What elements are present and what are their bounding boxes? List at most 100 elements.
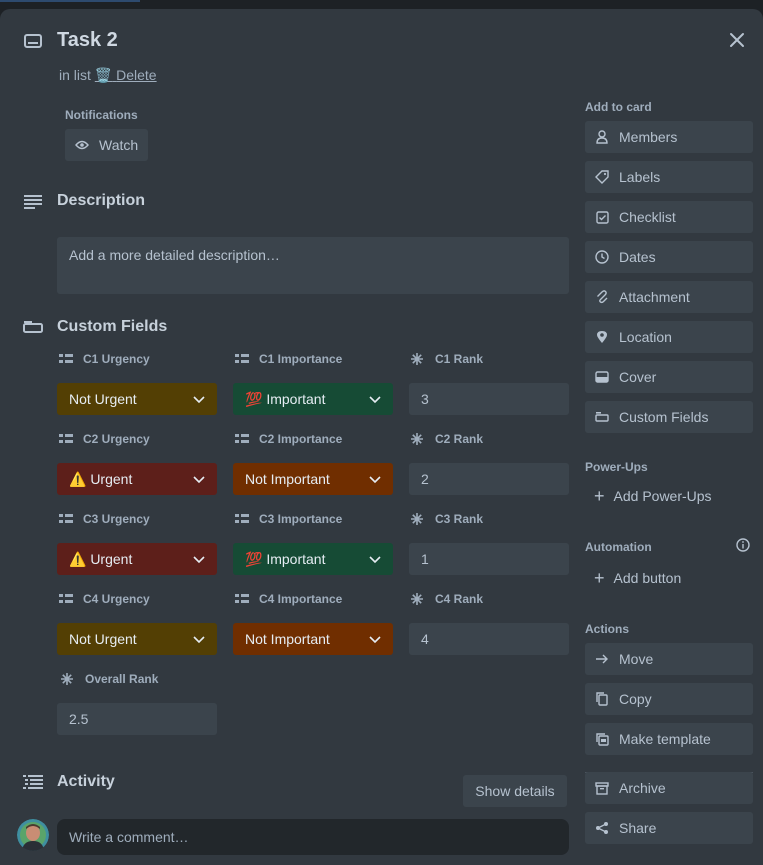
template-icon — [594, 731, 610, 747]
location-button[interactable]: Location — [585, 321, 753, 353]
dropdown-field-icon — [235, 514, 249, 524]
labels-button[interactable]: Labels — [585, 161, 753, 193]
c1-urgency-select[interactable]: Not Urgent — [57, 383, 217, 415]
select-value: Not Important — [245, 631, 330, 647]
archive-button[interactable]: Archive — [585, 772, 753, 804]
button-label: Members — [619, 129, 678, 145]
c3-urgency-select[interactable]: ⚠️ Urgent — [57, 543, 217, 575]
asterisk-icon — [411, 353, 425, 365]
card-icon — [24, 34, 42, 48]
custom-fields-icon — [594, 409, 610, 425]
clock-icon — [594, 249, 610, 265]
field-label-c2-rank: C2 Rank — [411, 432, 483, 446]
field-label-text: C3 Rank — [435, 512, 484, 526]
chevron-down-icon — [369, 631, 381, 647]
field-label-text: C1 Importance — [259, 352, 343, 366]
activity-heading: Activity — [57, 773, 115, 790]
button-label: Custom Fields — [619, 409, 709, 425]
dates-button[interactable]: Dates — [585, 241, 753, 273]
overall-rank-input[interactable]: 2.5 — [57, 703, 217, 735]
close-icon[interactable] — [726, 29, 748, 51]
custom-fields-heading: Custom Fields — [57, 318, 168, 335]
dropdown-field-icon — [59, 514, 73, 524]
c3-rank-input[interactable]: 1 — [409, 543, 569, 575]
card-title[interactable]: Task 2 — [57, 29, 118, 52]
button-label: Location — [619, 329, 672, 345]
cover-button[interactable]: Cover — [585, 361, 753, 393]
checklist-button[interactable]: Checklist — [585, 201, 753, 233]
c4-importance-select[interactable]: Not Important — [233, 623, 393, 655]
add-power-ups-button[interactable]: + Add Power-Ups — [585, 487, 712, 505]
description-icon — [24, 195, 42, 209]
add-automation-button[interactable]: + Add button — [585, 569, 681, 587]
field-label-text: C2 Importance — [259, 432, 343, 446]
top-strip — [0, 0, 763, 9]
c3-importance-select[interactable]: 💯 Important — [233, 543, 393, 575]
asterisk-icon — [411, 593, 425, 605]
select-value: ⚠️ Urgent — [69, 470, 133, 487]
show-details-button[interactable]: Show details — [463, 775, 567, 807]
c4-rank-input[interactable]: 4 — [409, 623, 569, 655]
field-label-text: C4 Importance — [259, 592, 343, 606]
chevron-down-icon — [193, 631, 205, 647]
c1-rank-input[interactable]: 3 — [409, 383, 569, 415]
custom-fields-button[interactable]: Custom Fields — [585, 401, 753, 433]
c2-urgency-select[interactable]: ⚠️ Urgent — [57, 463, 217, 495]
description-input[interactable]: Add a more detailed description… — [57, 237, 569, 294]
c2-importance-select[interactable]: Not Important — [233, 463, 393, 495]
button-label: Cover — [619, 369, 657, 385]
chevron-down-icon — [369, 471, 381, 487]
field-label-c2-urgency: C2 Urgency — [59, 432, 150, 446]
asterisk-icon — [411, 433, 425, 445]
asterisk-icon — [61, 673, 75, 685]
field-label-text: C1 Rank — [435, 352, 484, 366]
chevron-down-icon — [193, 391, 205, 407]
field-label-c1-urgency: C1 Urgency — [59, 352, 150, 366]
button-label: Dates — [619, 249, 656, 265]
select-value: 💯 Important — [245, 550, 326, 567]
chevron-down-icon — [369, 551, 381, 567]
c4-urgency-select[interactable]: Not Urgent — [57, 623, 217, 655]
button-label: Make template — [619, 731, 711, 747]
card-detail-modal: Task 2 in list 🗑️ Delete Notifications W… — [0, 9, 763, 865]
share-button[interactable]: Share — [585, 812, 753, 844]
button-label: Add Power-Ups — [613, 488, 712, 504]
button-label: Checklist — [619, 209, 676, 225]
field-label-text: C4 Rank — [435, 592, 484, 606]
make-template-button[interactable]: Make template — [585, 723, 753, 755]
list-link[interactable]: 🗑️ Delete — [95, 67, 157, 83]
info-icon[interactable] — [736, 538, 750, 552]
description-heading: Description — [57, 192, 146, 209]
share-icon — [594, 820, 610, 836]
field-label-c1-rank: C1 Rank — [411, 352, 483, 366]
watch-button[interactable]: Watch — [65, 129, 148, 161]
field-label-c4-urgency: C4 Urgency — [59, 592, 150, 606]
select-value: Not Important — [245, 471, 330, 487]
field-label-overall-rank: Overall Rank — [61, 672, 158, 686]
tag-icon — [594, 169, 610, 185]
members-button[interactable]: Members — [585, 121, 753, 153]
arrow-right-icon — [594, 651, 610, 667]
copy-icon — [594, 691, 610, 707]
field-label-text: C3 Urgency — [83, 512, 150, 526]
attachment-button[interactable]: Attachment — [585, 281, 753, 313]
move-button[interactable]: Move — [585, 643, 753, 675]
button-label: Copy — [619, 691, 652, 707]
copy-button[interactable]: Copy — [585, 683, 753, 715]
watch-label: Watch — [99, 137, 139, 153]
select-value: 💯 Important — [245, 390, 326, 407]
field-label-text: C2 Rank — [435, 432, 484, 446]
person-icon — [594, 129, 610, 145]
automation-label: Automation — [585, 540, 652, 554]
field-label-text: C3 Importance — [259, 512, 343, 526]
c2-rank-input[interactable]: 2 — [409, 463, 569, 495]
comment-input[interactable]: Write a comment… — [57, 819, 569, 855]
button-label: Share — [619, 820, 657, 836]
select-value: Not Urgent — [69, 391, 137, 407]
c1-importance-select[interactable]: 💯 Important — [233, 383, 393, 415]
in-list-text: in list 🗑️ Delete — [59, 67, 157, 84]
actions-label: Actions — [585, 622, 630, 636]
field-label-c2-importance: C2 Importance — [235, 432, 342, 446]
select-value: Not Urgent — [69, 631, 137, 647]
avatar[interactable] — [17, 819, 49, 851]
